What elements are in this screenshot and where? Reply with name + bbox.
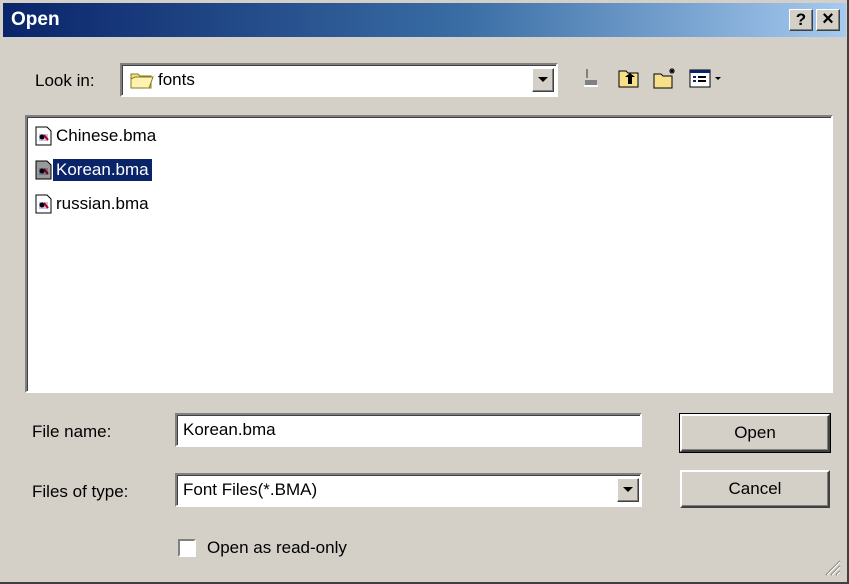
bma-file-icon <box>35 126 52 146</box>
open-dialog: Open ? × Look in: fonts Chinese.bma Kore… <box>0 0 849 584</box>
up-one-level-icon[interactable] <box>616 66 642 90</box>
list-item[interactable]: russian.bma <box>35 191 152 217</box>
close-button[interactable]: × <box>816 9 840 31</box>
file-name-value: Korean.bma <box>183 420 276 439</box>
create-new-folder-icon[interactable] <box>652 66 678 90</box>
files-of-type-label: Files of type: <box>32 482 129 501</box>
read-only-label: Open as read-only <box>207 538 347 557</box>
files-of-type-dropdown-button[interactable] <box>617 478 639 502</box>
dialog-title: Open <box>11 9 60 30</box>
files-of-type-value: Font Files(*.BMA) <box>183 480 318 499</box>
file-list[interactable]: Chinese.bma Korean.bma russian.bma <box>25 115 833 393</box>
open-button[interactable]: Open <box>679 413 831 453</box>
look-in-value: fonts <box>158 70 195 89</box>
read-only-checkbox[interactable] <box>178 539 196 557</box>
title-bar[interactable]: Open ? × <box>3 3 846 37</box>
bma-file-icon <box>35 194 52 214</box>
cancel-button[interactable]: Cancel <box>680 470 830 508</box>
view-menu-icon[interactable] <box>688 66 728 90</box>
look-in-label: Look in: <box>35 71 95 90</box>
bma-file-icon <box>35 160 52 180</box>
look-in-dropdown-button[interactable] <box>532 68 554 92</box>
folder-icon <box>130 73 154 89</box>
back-icon[interactable] <box>577 66 603 90</box>
file-name: Korean.bma <box>53 159 152 181</box>
files-of-type-select[interactable]: Font Files(*.BMA) <box>175 473 642 507</box>
list-item[interactable]: Chinese.bma <box>35 123 159 149</box>
file-name-label: File name: <box>32 422 112 441</box>
help-button[interactable]: ? <box>789 9 813 31</box>
file-name: Chinese.bma <box>56 126 157 145</box>
list-item-selected[interactable]: Korean.bma <box>35 157 152 183</box>
file-name-input[interactable]: Korean.bma <box>175 413 642 447</box>
resize-grip-icon[interactable] <box>821 556 841 576</box>
file-name: russian.bma <box>56 194 149 213</box>
look-in-combo[interactable]: fonts <box>120 63 558 97</box>
